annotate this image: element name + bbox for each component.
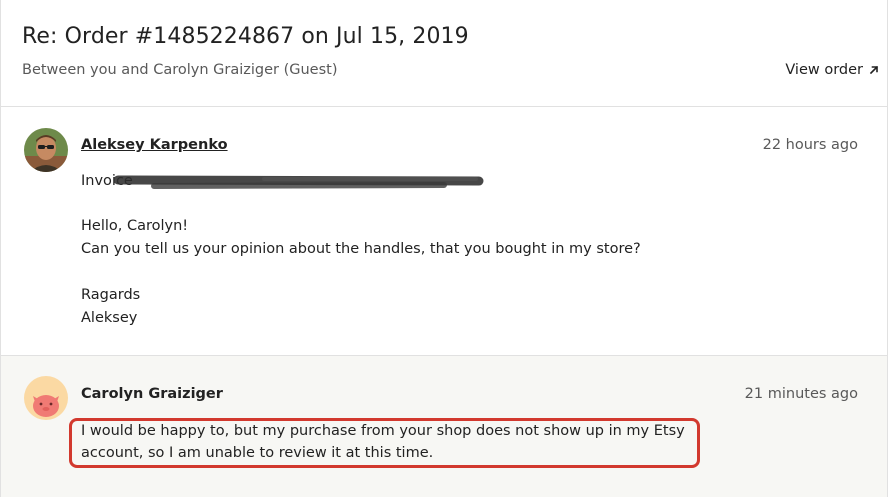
- page-title: Re: Order #1485224867 on Jul 15, 2019: [22, 24, 469, 49]
- view-order-link[interactable]: View order: [785, 62, 879, 78]
- message-item: Carolyn Graiziger 21 minutes ago I would…: [1, 356, 887, 497]
- redaction-scribble: [114, 175, 484, 189]
- message-item: Aleksey Karpenko 22 hours ago Invoice He…: [1, 107, 887, 356]
- message-line: account, so I am unable to review it at …: [81, 445, 434, 461]
- conversation-page: Re: Order #1485224867 on Jul 15, 2019 Be…: [0, 0, 888, 497]
- message-line: Ragards: [81, 287, 141, 303]
- arrow-up-right-icon: [869, 65, 879, 75]
- avatar[interactable]: [24, 376, 68, 420]
- message-timestamp: 21 minutes ago: [744, 386, 858, 402]
- avatar[interactable]: [24, 128, 68, 172]
- message-timestamp: 22 hours ago: [762, 137, 858, 153]
- sender-name: Carolyn Graiziger: [81, 386, 223, 402]
- conversation-participants: Between you and Carolyn Graiziger (Guest…: [22, 62, 338, 78]
- conversation-header: Re: Order #1485224867 on Jul 15, 2019 Be…: [1, 0, 887, 107]
- message-line: Hello, Carolyn!: [81, 218, 189, 234]
- message-line: Aleksey: [81, 310, 138, 326]
- message-line: Can you tell us your opinion about the h…: [81, 241, 641, 257]
- message-line: I would be happy to, but my purchase fro…: [81, 423, 685, 439]
- sender-name-link[interactable]: Aleksey Karpenko: [81, 137, 228, 153]
- view-order-label: View order: [785, 62, 863, 78]
